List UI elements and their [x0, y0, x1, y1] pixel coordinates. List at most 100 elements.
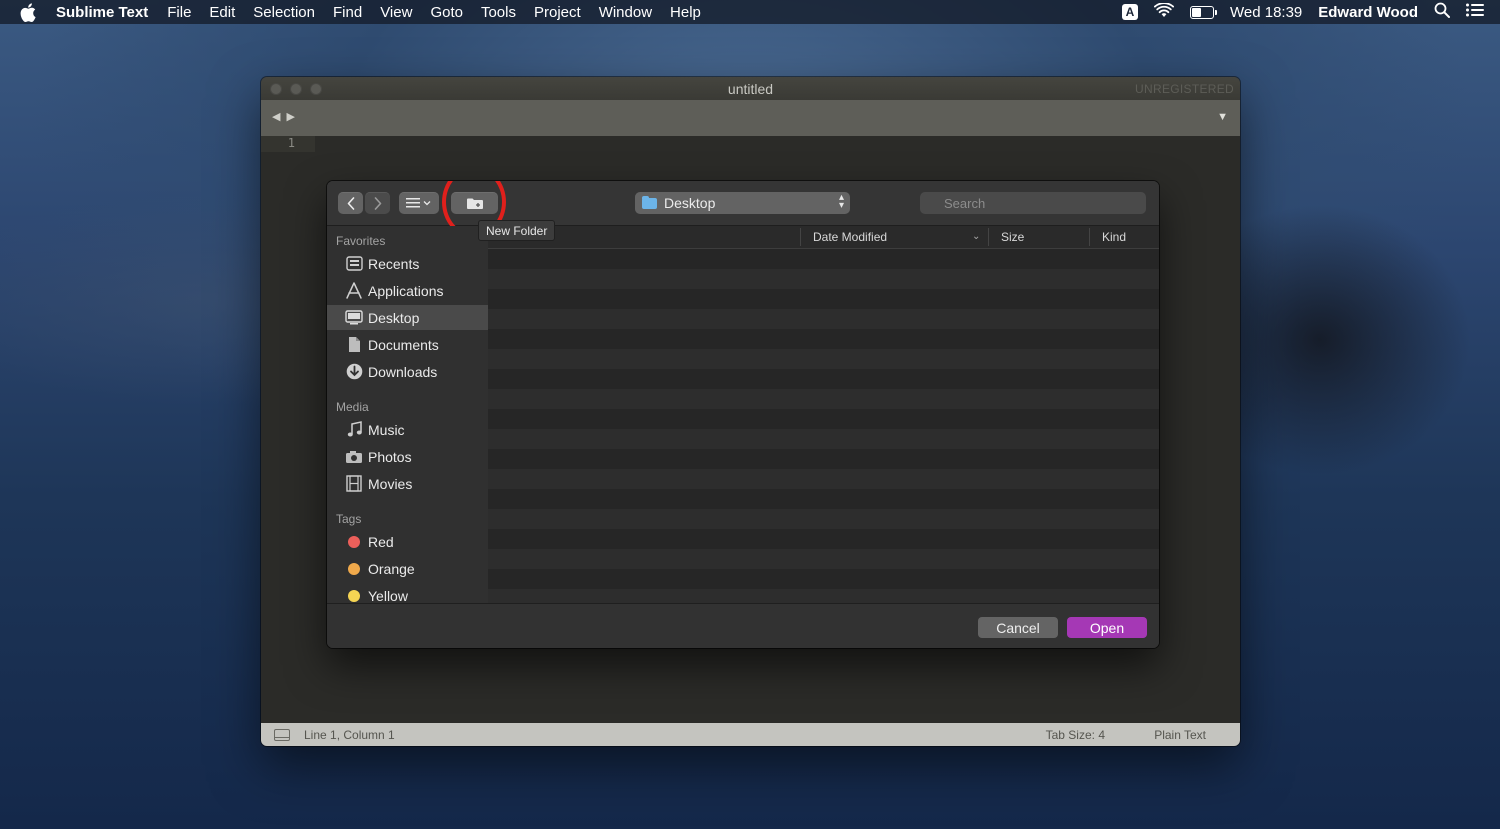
- search-input[interactable]: [920, 192, 1146, 214]
- menu-file[interactable]: File: [167, 4, 191, 21]
- sidebar-item-label: Recents: [368, 255, 420, 272]
- column-size[interactable]: Size: [1001, 230, 1024, 244]
- sidebar-item-label: Yellow: [368, 587, 408, 604]
- app-name-menu[interactable]: Sublime Text: [56, 4, 148, 21]
- chevron-right-icon: [374, 196, 381, 210]
- column-headers: Date Modified ⌄ Size Kind: [488, 226, 1159, 249]
- sidebar-item-label: Documents: [368, 336, 439, 353]
- desktop-icon: [345, 309, 363, 327]
- apple-icon[interactable]: [20, 2, 40, 22]
- column-kind[interactable]: Kind: [1102, 230, 1126, 244]
- sidebar-item-downloads[interactable]: Downloads: [327, 359, 488, 384]
- cancel-button[interactable]: Cancel: [978, 617, 1058, 638]
- column-divider: [988, 228, 989, 246]
- search-icon[interactable]: [1434, 2, 1450, 22]
- status-bar: Line 1, Column 1 Tab Size: 4 Plain Text: [261, 723, 1240, 746]
- sidebar-item-applications[interactable]: Applications: [327, 278, 488, 303]
- cursor-position: Line 1, Column 1: [304, 727, 395, 742]
- panel-toggle-icon[interactable]: [274, 728, 290, 741]
- menu-bar: Sublime Text File Edit Selection Find Vi…: [0, 0, 1500, 24]
- minimize-window-button[interactable]: [290, 83, 302, 95]
- recents-icon: [345, 255, 363, 273]
- view-options-button[interactable]: [399, 192, 439, 214]
- menu-project[interactable]: Project: [534, 4, 581, 21]
- sidebar-item-tag-yellow[interactable]: Yellow: [327, 583, 488, 603]
- chevron-left-icon: [347, 196, 354, 210]
- line-gutter: 1: [261, 136, 315, 152]
- clock[interactable]: Wed 18:39: [1230, 4, 1302, 21]
- new-folder-button[interactable]: [451, 192, 498, 214]
- new-folder-tooltip: New Folder: [478, 220, 556, 241]
- sidebar-item-label: Music: [368, 421, 405, 438]
- sidebar-item-tag-orange[interactable]: Orange: [327, 556, 488, 581]
- sidebar-item-documents[interactable]: Documents: [327, 332, 488, 357]
- tab-nav: ◀ ▶: [272, 110, 295, 123]
- tab-next-icon[interactable]: ▶: [286, 110, 294, 123]
- menu-find[interactable]: Find: [333, 4, 362, 21]
- sidebar-item-label: Desktop: [368, 309, 420, 326]
- updown-chevron-icon: ▴ ▾: [838, 192, 844, 211]
- sidebar-item-label: Movies: [368, 475, 413, 492]
- sidebar-item-label: Photos: [368, 448, 412, 465]
- sidebar-item-recents[interactable]: Recents: [327, 251, 488, 276]
- location-label: Desktop: [664, 195, 716, 211]
- movies-icon: [345, 475, 363, 493]
- unregistered-label: UNREGISTERED: [1135, 82, 1234, 96]
- folder-icon: [642, 195, 657, 209]
- sidebar-item-movies[interactable]: Movies: [327, 471, 488, 496]
- tab-bar: ◀ ▶ ▼: [261, 100, 1240, 136]
- sidebar-item-music[interactable]: Music: [327, 417, 488, 442]
- tags-heading: Tags: [336, 512, 362, 526]
- menu-help[interactable]: Help: [670, 4, 701, 21]
- sidebar-item-label: Applications: [368, 282, 444, 299]
- back-button[interactable]: [338, 192, 363, 214]
- media-heading: Media: [336, 400, 369, 414]
- battery-icon[interactable]: [1189, 5, 1217, 19]
- applications-icon: [345, 282, 363, 300]
- window-controls: [270, 83, 330, 95]
- new-folder-icon: [466, 198, 483, 209]
- music-icon: [345, 421, 363, 439]
- input-source-icon[interactable]: A: [1121, 4, 1138, 20]
- open-file-dialog: Desktop ▴▾ New Folder Favorites Recents …: [327, 181, 1159, 648]
- sidebar-item-photos[interactable]: Photos: [327, 444, 488, 469]
- dialog-toolbar: Desktop ▴ ▾: [327, 181, 1159, 238]
- sidebar-item-desktop[interactable]: Desktop: [327, 305, 488, 330]
- list-view-icon: [406, 198, 431, 208]
- location-popup[interactable]: Desktop ▴ ▾: [635, 192, 850, 214]
- window-titlebar[interactable]: untitled UNREGISTERED: [261, 77, 1240, 100]
- tab-prev-icon[interactable]: ◀: [272, 110, 280, 123]
- downloads-icon: [345, 363, 363, 381]
- window-title: untitled: [727, 80, 774, 97]
- tag-red-icon: [345, 533, 363, 551]
- sidebar-item-tag-red[interactable]: Red: [327, 529, 488, 554]
- documents-icon: [345, 336, 363, 354]
- file-list[interactable]: Date Modified ⌄ Size Kind: [488, 226, 1159, 603]
- dialog-footer: Cancel Open: [327, 603, 1159, 648]
- tab-dropdown-icon[interactable]: ▼: [1217, 111, 1228, 123]
- menu-selection[interactable]: Selection: [253, 4, 315, 21]
- wifi-icon[interactable]: [1153, 1, 1174, 22]
- menu-view[interactable]: View: [380, 4, 412, 21]
- menu-window[interactable]: Window: [599, 4, 652, 21]
- zoom-window-button[interactable]: [310, 83, 322, 95]
- menu-edit[interactable]: Edit: [209, 4, 235, 21]
- column-date-modified[interactable]: Date Modified: [813, 230, 887, 244]
- sidebar-item-label: Red: [368, 533, 394, 550]
- open-button[interactable]: Open: [1067, 617, 1147, 638]
- forward-button[interactable]: [365, 192, 390, 214]
- menu-extras: A Wed 18:39 Edward Wood: [1121, 0, 1500, 24]
- sidebar-item-label: Orange: [368, 560, 415, 577]
- user-name[interactable]: Edward Wood: [1318, 4, 1418, 21]
- sort-chevron-icon[interactable]: ⌄: [972, 231, 980, 242]
- syntax-mode[interactable]: Plain Text: [1154, 728, 1206, 742]
- close-window-button[interactable]: [270, 83, 282, 95]
- photos-icon: [345, 448, 363, 466]
- sidebar-item-label: Downloads: [368, 363, 438, 380]
- tab-size[interactable]: Tab Size: 4: [1046, 728, 1105, 742]
- menu-tools[interactable]: Tools: [481, 4, 516, 21]
- dialog-sidebar: Favorites Recents Applications Desktop D…: [327, 226, 488, 603]
- menu-goto[interactable]: Goto: [430, 4, 463, 21]
- tag-orange-icon: [345, 560, 363, 578]
- list-icon[interactable]: [1466, 3, 1484, 21]
